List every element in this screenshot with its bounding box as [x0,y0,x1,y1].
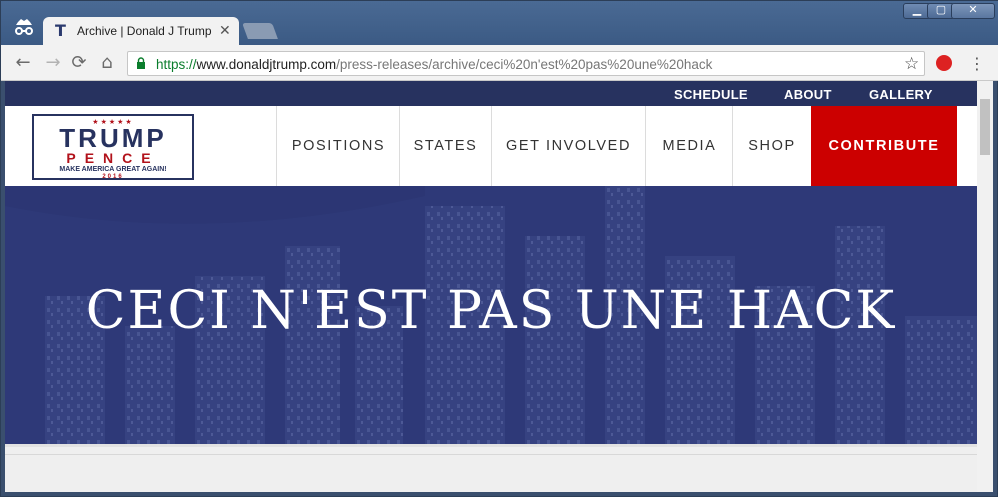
forward-button[interactable]: → [43,53,63,73]
tab-close-icon[interactable]: ✕ [219,22,231,39]
top-link-schedule[interactable]: SCHEDULE [674,87,748,102]
site-top-bar: SCHEDULE ABOUT GALLERY [5,81,977,106]
url-host: www.donaldjtrump.com [196,57,337,72]
title-bar: T Archive | Donald J Trump ✕ ▁ ▢ ✕ [1,1,998,45]
logo-year: 2016 [102,174,124,180]
url-scheme: https:// [156,57,197,72]
browser-tab[interactable]: T Archive | Donald J Trump ✕ [43,17,239,45]
top-link-gallery[interactable]: GALLERY [869,87,933,102]
browser-toolbar: ← → ⟳ ⌂ https://www.donaldjtrump.com/pre… [1,45,998,81]
nav-positions[interactable]: POSITIONS [276,106,400,186]
nav-shop[interactable]: SHOP [732,106,811,186]
lock-icon [137,57,145,69]
nav-states[interactable]: STATES [399,106,491,186]
new-tab-button[interactable] [242,23,278,39]
bookmark-star-icon[interactable]: ☆ [904,54,919,74]
address-bar[interactable]: https://www.donaldjtrump.com/press-relea… [127,51,925,76]
trump-pence-logo[interactable]: ★★★★★ TRUMP PENCE MAKE AMERICA GREAT AGA… [32,114,194,180]
hero-banner: CECI N'EST PAS UNE HACK [5,186,977,444]
logo-tagline: MAKE AMERICA GREAT AGAIN! [59,166,167,173]
top-link-about[interactable]: ABOUT [784,87,832,102]
extension-icon[interactable] [936,55,952,71]
home-button[interactable]: ⌂ [97,53,117,73]
page-scrollbar[interactable] [977,81,993,492]
page-viewport: SCHEDULE ABOUT GALLERY ★★★★★ TRUMP PENCE… [5,81,977,492]
incognito-icon [13,17,35,37]
tab-title: Archive | Donald J Trump [77,24,212,38]
browser-menu-icon[interactable]: ⋮ [969,54,985,73]
divider [5,454,977,455]
scrollbar-thumb[interactable] [980,99,990,155]
nav-media[interactable]: MEDIA [645,106,733,186]
nav-contribute-button[interactable]: CONTRIBUTE [811,106,957,186]
back-button[interactable]: ← [13,53,33,73]
hero-title: CECI N'EST PAS UNE HACK [85,281,897,341]
reload-button[interactable]: ⟳ [69,53,89,73]
url-path: /press-releases/archive/ceci%20n'est%20p… [336,57,713,72]
content-area [5,444,977,492]
logo-pence: PENCE [66,150,160,166]
nav-get-involved[interactable]: GET INVOLVED [491,106,645,186]
close-window-button[interactable]: ✕ [951,3,995,19]
site-header: ★★★★★ TRUMP PENCE MAKE AMERICA GREAT AGA… [5,106,977,186]
url-text: https://www.donaldjtrump.com/press-relea… [156,57,712,72]
trump-favicon-icon: T [55,21,66,40]
